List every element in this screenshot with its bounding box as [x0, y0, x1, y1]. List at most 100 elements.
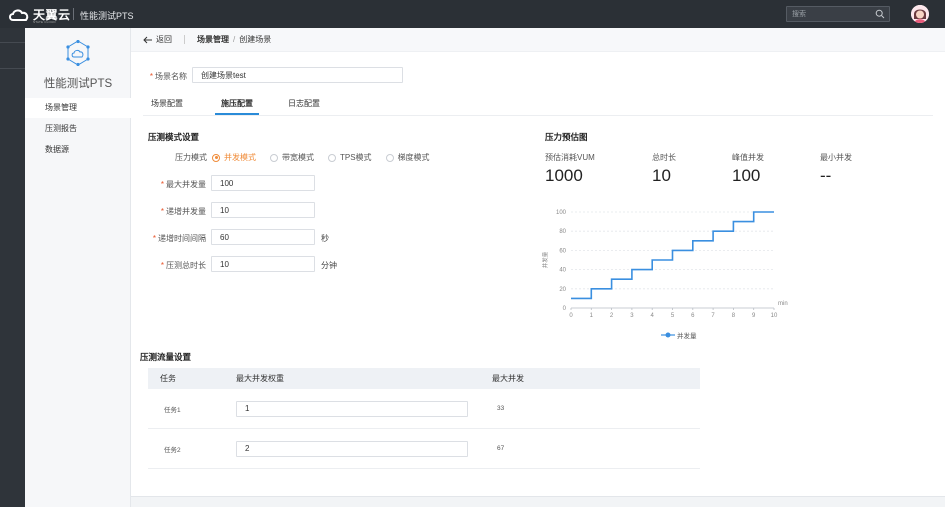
traffic-table: 任务 最大并发权重 最大并发 任务1 33 任务2 67	[148, 368, 700, 469]
x-tick-label: 2	[610, 313, 614, 319]
pressure-mode-label: 压力模式	[175, 153, 207, 162]
config-tabs: 场景配置 施压配置 日志配置	[151, 98, 320, 115]
search-input[interactable]	[787, 7, 867, 21]
stat-peak-label: 峰值并发	[732, 153, 764, 162]
scene-name-label: * 场景名称	[149, 72, 187, 81]
task-name: 任务2	[164, 446, 181, 454]
x-axis-label: min	[778, 301, 788, 307]
max-concurrency-label: * 最大并发量	[160, 180, 206, 189]
top-bar: 天翼云 STATE CLOUD 性能测试PTS	[0, 0, 945, 28]
radio-gradient-mode[interactable]: 梯度模式	[385, 152, 430, 163]
duration-unit: 分钟	[321, 261, 337, 270]
search-box	[786, 6, 890, 22]
task-name: 任务1	[164, 406, 181, 414]
estimate-title: 压力预估图	[545, 132, 588, 142]
stat-peak-value: 100	[732, 166, 761, 185]
increment-interval-input[interactable]	[211, 229, 315, 245]
radio-bandwidth-mode[interactable]: 带宽模式	[270, 152, 314, 163]
breadcrumb-current: 创建场景	[239, 35, 272, 44]
app-title: 性能测试PTS	[80, 11, 134, 21]
increment-concurrency-label: * 递增并发量	[160, 207, 206, 216]
sidebar-item-reports[interactable]: 压测报告	[25, 119, 131, 139]
col-max: 最大并发	[492, 374, 524, 383]
stat-duration-value: 10	[652, 166, 671, 185]
pressure-mode-title: 压测模式设置	[148, 132, 200, 142]
x-tick-label: 3	[630, 313, 634, 319]
pressure-estimate-chart: 0 20 40 60 80 100 0 1 2 3 4 5 6 7 8 9 10min 并发量	[541, 210, 788, 319]
rail-divider	[0, 68, 25, 69]
max-concurrency-input[interactable]	[211, 175, 315, 191]
sidebar-item-label: 场景管理	[45, 103, 77, 112]
arrow-left-icon	[143, 36, 152, 43]
radio-tps-mode[interactable]: TPS模式	[328, 152, 372, 163]
stat-duration-label: 总时长	[652, 153, 676, 162]
x-tick-label: 0	[569, 313, 573, 319]
breadcrumb: 返回 场景管理 / 创建场景	[131, 28, 945, 52]
sidebar-item-scene-manage[interactable]: 场景管理	[25, 98, 131, 118]
increment-interval-label: * 递增时间间隔	[152, 234, 206, 243]
sidebar-item-label: 数据源	[45, 145, 69, 154]
breadcrumb-parent[interactable]: 场景管理	[197, 34, 229, 45]
y-tick-label: 80	[559, 229, 566, 235]
weight-input[interactable]	[236, 440, 468, 457]
brand-subtitle: STATE CLOUD	[33, 20, 56, 24]
col-weight: 最大并发权重	[236, 374, 284, 383]
y-tick-label: 0	[563, 306, 567, 312]
sidebar-item-datasource[interactable]: 数据源	[25, 140, 131, 160]
traffic-title: 压测流量设置	[140, 352, 192, 362]
total-duration-input[interactable]	[211, 256, 315, 272]
stat-vum-value: 1000	[545, 166, 583, 185]
tab-scene-config[interactable]: 场景配置	[151, 98, 183, 115]
x-tick-label: 6	[691, 313, 695, 319]
col-task: 任务	[160, 374, 176, 383]
main-content: 返回 场景管理 / 创建场景 *场景名称 场景配置 施压配置 日志配置 压测模式…	[131, 28, 945, 507]
max-value: 67	[497, 445, 505, 452]
x-tick-label: 1	[590, 313, 594, 319]
stat-min-value: --	[820, 166, 832, 185]
increment-concurrency-input[interactable]	[211, 202, 315, 218]
tab-underline	[143, 115, 933, 116]
y-tick-label: 20	[559, 287, 566, 293]
table-header: 任务 最大并发权重 最大并发	[148, 368, 700, 389]
top-divider	[73, 8, 74, 20]
y-tick-label: 40	[559, 268, 566, 274]
x-tick-label: 8	[732, 313, 736, 319]
legend-label: 并发量	[677, 333, 697, 340]
rail-divider	[0, 42, 25, 43]
tab-log-config[interactable]: 日志配置	[288, 98, 320, 115]
back-button[interactable]: 返回	[143, 34, 172, 45]
tab-pressure-config[interactable]: 施压配置	[215, 98, 259, 115]
x-tick-label: 4	[651, 313, 655, 319]
interval-unit: 秒	[321, 234, 329, 243]
chart-legend: 并发量	[661, 330, 697, 340]
back-label: 返回	[156, 35, 172, 44]
breadcrumb-slash: /	[233, 35, 236, 44]
legend-marker-icon	[661, 332, 675, 338]
pts-product-icon	[66, 40, 90, 66]
weight-input[interactable]	[236, 400, 468, 417]
side-nav: 性能测试PTS 场景管理 压测报告 数据源	[25, 28, 131, 507]
radio-concurrency-mode[interactable]: 并发模式	[212, 152, 256, 163]
user-avatar[interactable]	[911, 5, 929, 23]
scene-name-input[interactable]	[192, 67, 403, 83]
avatar-icon	[911, 5, 929, 23]
global-rail	[0, 28, 25, 507]
cloud-logo-icon	[9, 9, 29, 21]
search-icon[interactable]	[875, 9, 885, 19]
brand-logo[interactable]: 天翼云 STATE CLOUD	[8, 6, 71, 24]
y-axis-label: 并发量	[541, 251, 549, 268]
total-duration-label: * 压测总时长	[160, 261, 206, 270]
bottom-strip	[131, 496, 945, 507]
stat-vum-label: 预估消耗VUM	[545, 153, 595, 162]
pressure-mode-group: 压力模式 并发模式 带宽模式 TPS模式 梯度模式	[175, 152, 444, 163]
max-value: 33	[497, 405, 505, 412]
x-tick-label: 7	[711, 313, 715, 319]
y-tick-label: 100	[556, 210, 567, 216]
product-name: 性能测试PTS	[43, 78, 113, 90]
table-row: 任务1 33	[148, 389, 700, 429]
stat-min-label: 最小并发	[820, 153, 852, 162]
sidebar-item-label: 压测报告	[45, 124, 77, 133]
table-row: 任务2 67	[148, 429, 700, 469]
y-tick-label: 60	[559, 248, 566, 254]
x-tick-label: 10	[771, 313, 778, 319]
